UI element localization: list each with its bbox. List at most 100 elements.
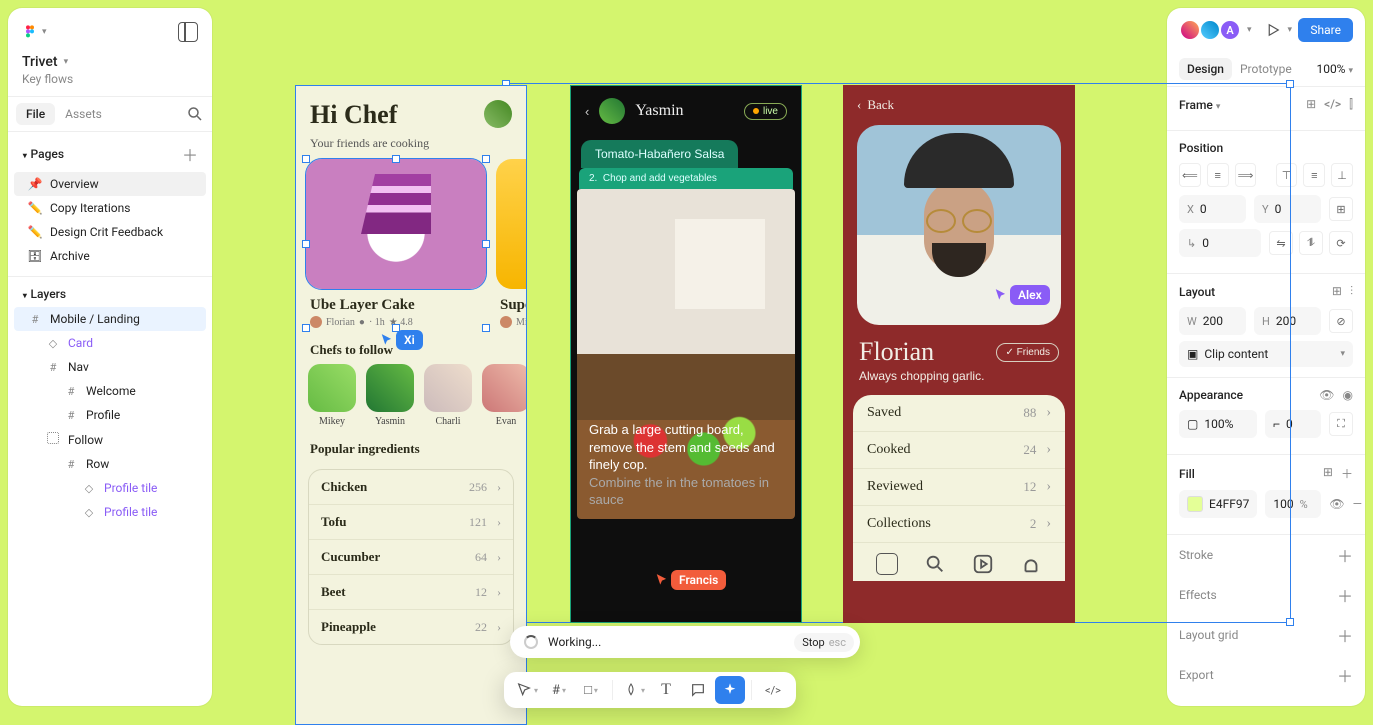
figma-menu[interactable]: ▾: [22, 24, 47, 40]
autolayout-icon[interactable]: ⊞: [1332, 284, 1342, 299]
page-item-archive[interactable]: 🗄Archive: [14, 244, 206, 268]
chef-tile: Evan: [482, 364, 527, 427]
present-icon[interactable]: [1264, 21, 1282, 39]
page-item-overview[interactable]: 📌Overview: [14, 172, 206, 196]
chef-tile: Mikey: [308, 364, 356, 427]
export-row[interactable]: Export＋: [1167, 655, 1365, 695]
chevron-down-icon[interactable]: ▾: [1247, 25, 1252, 35]
comment-tool[interactable]: [683, 676, 713, 704]
add-icon[interactable]: ＋: [1337, 583, 1353, 607]
component-icon: [46, 337, 60, 350]
resize-handle[interactable]: [302, 155, 310, 163]
figma-icon: [22, 24, 38, 40]
zoom-level[interactable]: 100% ▾: [1316, 62, 1353, 76]
frame-landing[interactable]: Hi Chef Your friends are cooking Ube Lay…: [295, 85, 527, 725]
more-icon[interactable]: ⫶: [1350, 284, 1353, 299]
rotate-icon[interactable]: ⟳: [1329, 231, 1353, 255]
frame-live-recipe[interactable]: ‹ Yasmin live Tomato-Habañero Salsa 2. C…: [570, 85, 802, 623]
tab-assets[interactable]: Assets: [55, 103, 112, 125]
frame-tool[interactable]: #▾: [544, 676, 574, 704]
add-icon[interactable]: ＋: [1337, 623, 1353, 647]
file-subtitle: Key flows: [8, 72, 212, 96]
search-icon[interactable]: [186, 105, 204, 123]
resize-handle[interactable]: [482, 155, 490, 163]
recipe-title: Ube Layer Cake: [306, 289, 486, 316]
group-icon: [46, 432, 60, 447]
add-fill-button[interactable]: ＋: [1341, 465, 1353, 482]
pages-header[interactable]: ▸Pages ＋: [8, 132, 212, 172]
tab-prototype[interactable]: Prototype: [1232, 58, 1300, 80]
page-item-feedback[interactable]: ✏️Design Crit Feedback: [14, 220, 206, 244]
layers-header[interactable]: ▸Layers: [8, 277, 212, 307]
move-tool[interactable]: ▾: [512, 676, 542, 704]
layer-follow[interactable]: Follow: [14, 427, 206, 452]
layer-profile-tile-2[interactable]: Profile tile: [14, 500, 206, 524]
styles-icon[interactable]: ⊞: [1323, 465, 1333, 482]
pencil-icon: ✏️: [28, 201, 42, 215]
tab-file[interactable]: File: [16, 103, 55, 125]
layer-profile-tile-1[interactable]: Profile tile: [14, 476, 206, 500]
add-icon[interactable]: ＋: [1337, 663, 1353, 687]
layer-row[interactable]: Row: [14, 452, 206, 476]
link-dimensions-icon[interactable]: ⊘: [1329, 309, 1353, 333]
stop-button[interactable]: Stopesc: [794, 633, 854, 652]
frame-profile[interactable]: ‹Back Florian ✓ Friends Always chopping …: [843, 85, 1075, 623]
chef-hat-icon: [1020, 553, 1042, 575]
layer-mobile-landing[interactable]: Mobile / Landing: [14, 307, 206, 331]
text-tool[interactable]: T: [651, 676, 681, 704]
resize-handle[interactable]: [482, 324, 490, 332]
chevron-down-icon[interactable]: ▾: [1288, 25, 1293, 35]
align-icon[interactable]: ⊞: [1306, 97, 1316, 112]
working-label: Working...: [548, 635, 601, 649]
page-item-copy[interactable]: ✏️Copy Iterations: [14, 196, 206, 220]
layer-nav[interactable]: Nav: [14, 355, 206, 379]
step-bar: 2. Chop and add vegetables: [579, 168, 793, 189]
layer-profile[interactable]: Profile: [14, 403, 206, 427]
dev-mode-tool[interactable]: </>: [758, 676, 788, 704]
chevron-right-icon: ›: [1046, 405, 1051, 421]
flip-v-icon[interactable]: ⥮: [1299, 231, 1323, 255]
resize-handle[interactable]: [392, 155, 400, 163]
list-item: Chicken256›: [309, 470, 513, 505]
resize-handle[interactable]: [302, 240, 310, 248]
recipe-image: [496, 159, 527, 289]
toggle-sidebar-icon[interactable]: [178, 22, 198, 42]
recipe-card[interactable]: Ube Layer Cake Florian●· 1h★ 4.8: [306, 159, 486, 328]
resize-handle[interactable]: [1286, 618, 1294, 626]
layer-welcome[interactable]: Welcome: [14, 379, 206, 403]
code-icon[interactable]: </>: [1324, 97, 1341, 112]
stat-row: Saved88›: [853, 395, 1065, 432]
chef-avatar: [424, 364, 472, 412]
add-page-button[interactable]: ＋: [182, 142, 198, 166]
expand-corners-icon[interactable]: ⛶: [1329, 412, 1353, 436]
ai-tool[interactable]: [715, 676, 745, 704]
chevron-right-icon: ›: [497, 515, 501, 530]
resize-handle[interactable]: [482, 240, 490, 248]
pen-tool[interactable]: ▾: [619, 676, 649, 704]
left-panel: ▾ Trivet▾ Key flows File Assets ▸Pages ＋…: [8, 8, 212, 706]
add-icon[interactable]: ＋: [1337, 543, 1353, 567]
resize-handle[interactable]: [302, 324, 310, 332]
layer-card[interactable]: Card: [14, 331, 206, 355]
remove-fill-button[interactable]: —: [1353, 497, 1362, 511]
file-title[interactable]: Trivet▾: [8, 48, 212, 72]
visibility-icon[interactable]: 👁: [1319, 388, 1334, 402]
visibility-icon[interactable]: 👁: [1329, 497, 1344, 511]
collaborator-avatar[interactable]: A: [1219, 19, 1241, 41]
share-button[interactable]: Share: [1298, 18, 1353, 42]
shape-tool[interactable]: □▾: [576, 676, 606, 704]
align-center-v-icon[interactable]: ≡: [1303, 163, 1325, 187]
collaborator-avatar[interactable]: [1179, 19, 1201, 41]
align-bottom-icon[interactable]: ⊥: [1331, 163, 1353, 187]
position-options-icon[interactable]: ⊞: [1329, 197, 1353, 221]
collaborator-avatar[interactable]: [1199, 19, 1221, 41]
chevron-right-icon: ›: [497, 585, 501, 600]
columns-icon[interactable]: ⫿: [1349, 97, 1353, 112]
chef-avatar: [366, 364, 414, 412]
chevron-down-icon: ▾: [534, 686, 538, 695]
resize-handle[interactable]: [1286, 80, 1294, 88]
recipe-title: Super: [496, 289, 527, 316]
recipe-card[interactable]: Super Mia: [496, 159, 527, 328]
tab-design[interactable]: Design: [1179, 58, 1232, 80]
blend-icon[interactable]: ◉: [1343, 388, 1353, 402]
